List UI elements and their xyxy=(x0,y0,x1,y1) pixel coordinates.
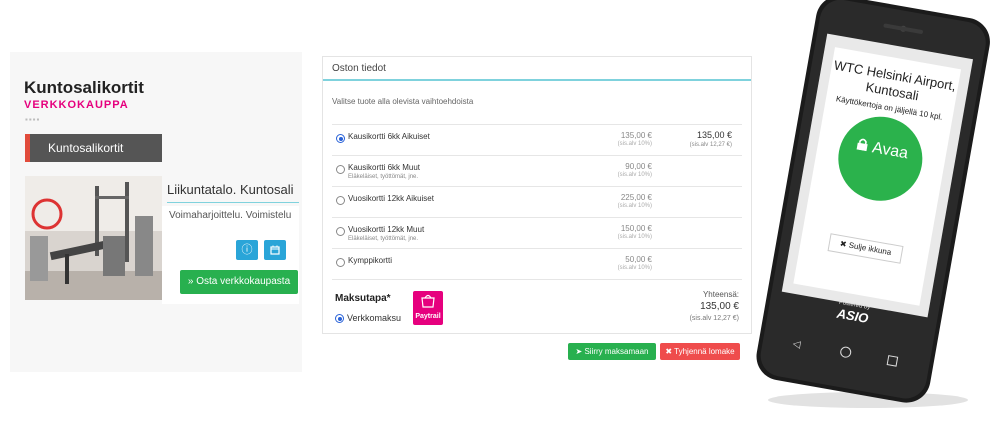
info-button[interactable]: ⓘ xyxy=(236,240,258,260)
product-row[interactable]: Kausikortti 6kk Muut Eläkeläiset, työttö… xyxy=(332,155,742,187)
panel-header-title: Oston tiedot xyxy=(332,63,386,74)
page-subtitle: VERKKOKAUPPA xyxy=(24,99,129,111)
buy-online-button[interactable]: » Osta verkkokaupasta xyxy=(180,270,298,294)
venue-name[interactable]: Liikuntatalo. Kuntosali xyxy=(167,182,299,203)
powered-by-block: Powered by ASIO xyxy=(822,297,885,328)
product-radio[interactable] xyxy=(336,134,345,143)
send-icon: ➤ xyxy=(575,347,583,356)
product-vat: (sis.alv 10%) xyxy=(617,265,652,271)
close-window-button[interactable]: ✖ Sulje ikkuna xyxy=(827,233,904,264)
product-radio[interactable] xyxy=(336,227,345,236)
calendar-icon xyxy=(270,245,280,258)
payment-option-label[interactable]: Verkkomaksu xyxy=(347,313,401,323)
product-vat: (sis.alv 10%) xyxy=(617,172,652,178)
product-total-vat: (sis.alv 12,27 €) xyxy=(689,142,732,148)
home-icon[interactable] xyxy=(839,345,853,359)
panel-header: Oston tiedot xyxy=(323,57,751,81)
product-name: Kausikortti 6kk Aikuiset xyxy=(348,132,430,141)
venue-tags: Voimaharjoittelu. Voimistelu xyxy=(169,210,292,221)
proceed-to-payment-button[interactable]: ➤ Siirry maksamaan xyxy=(568,343,656,360)
payment-radio[interactable] xyxy=(335,314,344,323)
product-note: Eläkeläiset, työttömät, jne. xyxy=(348,236,419,242)
product-vat: (sis.alv 10%) xyxy=(617,203,652,209)
product-name: Vuosikortti 12kk Aikuiset xyxy=(348,194,434,203)
paytrail-logo[interactable]: Paytrail xyxy=(413,291,443,325)
product-radio[interactable] xyxy=(336,258,345,267)
product-price: 225,00 € xyxy=(620,193,652,202)
info-icon: ⓘ xyxy=(241,244,253,256)
product-note: Eläkeläiset, työttömät, jne. xyxy=(348,174,419,180)
product-price: 135,00 € xyxy=(620,131,652,140)
product-price: 50,00 € xyxy=(625,255,652,264)
proceed-label: Siirry maksamaan xyxy=(584,347,649,356)
calendar-button[interactable] xyxy=(264,240,286,260)
divider xyxy=(332,279,742,280)
payment-method-title: Maksutapa* xyxy=(335,293,391,304)
product-radio[interactable] xyxy=(336,165,345,174)
product-name: Kausikortti 6kk Muut xyxy=(348,163,421,172)
close-window-label: Sulje ikkuna xyxy=(847,240,893,257)
product-vat: (sis.alv 10%) xyxy=(617,141,652,147)
product-row[interactable]: Vuosikortti 12kk Muut Eläkeläiset, tyött… xyxy=(332,217,742,249)
product-total: 135,00 € xyxy=(696,130,732,140)
phone-mockup: WTC Helsinki Airport, Kuntosali Käyttöke… xyxy=(748,0,996,412)
product-radio[interactable] xyxy=(336,196,345,205)
open-door-button[interactable]: Avaa xyxy=(838,134,923,183)
decorative-dots: ▪▪▪▪ xyxy=(25,115,41,124)
product-row[interactable]: Vuosikortti 12kk Aikuiset 225,00 € (sis.… xyxy=(332,186,742,218)
open-door-label: Avaa xyxy=(870,139,910,163)
close-icon: ✖ xyxy=(665,347,673,356)
purchase-details-panel: Oston tiedot Valitse tuote alla olevista… xyxy=(322,56,752,334)
instructions-text: Valitse tuote alla olevista vaihtoehdois… xyxy=(332,97,474,106)
recent-apps-icon[interactable] xyxy=(886,355,899,367)
product-name: Vuosikortti 12kk Muut xyxy=(348,225,425,234)
back-icon[interactable]: ◁ xyxy=(792,338,801,350)
product-listing-panel: Kuntosalikortit VERKKOKAUPPA ▪▪▪▪ Kuntos… xyxy=(10,52,302,372)
product-price: 90,00 € xyxy=(625,162,652,171)
product-vat: (sis.alv 10%) xyxy=(617,234,652,240)
gym-photo xyxy=(25,176,162,300)
product-price: 150,00 € xyxy=(620,224,652,233)
paytrail-label: Paytrail xyxy=(415,313,441,320)
product-row[interactable]: Kymppikortti 50,00 € (sis.alv 10%) xyxy=(332,248,742,280)
page-title: Kuntosalikortit xyxy=(24,78,144,97)
product-name: Kymppikortti xyxy=(348,256,393,265)
close-icon: ✖ xyxy=(839,239,848,250)
category-tab[interactable]: Kuntosalikortit xyxy=(25,134,162,162)
product-row[interactable]: Kausikortti 6kk Aikuiset 135,00 € (sis.a… xyxy=(332,124,742,156)
